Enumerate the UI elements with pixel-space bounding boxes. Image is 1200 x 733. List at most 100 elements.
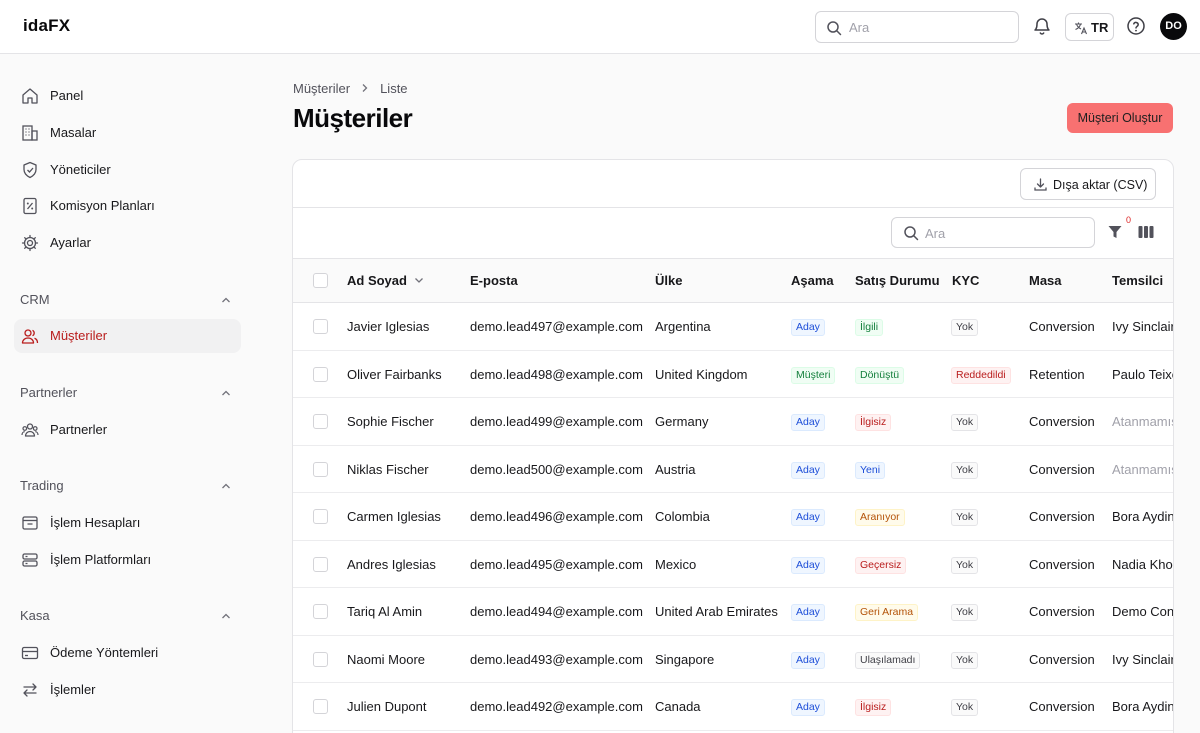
table-row[interactable]: Javier Iglesias demo.lead497@example.com A… [293,303,1173,351]
column-header-country[interactable]: Ülke [655,273,682,288]
column-header-label: Ad Soyad [347,273,407,288]
row-checkbox[interactable] [313,699,328,714]
table-row[interactable]: Julien Dupont demo.lead492@example.com Can… [293,683,1173,731]
sales-status-badge: Ulaşılamadı [855,651,921,669]
sales-status-badge: Geri Arama [855,604,919,621]
columns-icon[interactable] [1138,225,1154,239]
home-icon [22,88,38,104]
section-crm[interactable]: CRM [20,290,232,310]
sidebar-item-label: Ödeme Yöntemleri [50,645,159,660]
row-checkbox[interactable] [313,319,328,334]
kyc-badge: Yok [951,604,979,621]
table-row[interactable]: Niklas Fischer demo.lead500@example.com Au… [293,446,1173,493]
section-partnerler[interactable]: Partnerler [20,383,232,403]
help-icon[interactable] [1126,16,1146,36]
sales-status-badge: Yeni [855,461,886,479]
sidebar-item-odeme-yontemleri[interactable]: Ödeme Yöntemleri [14,636,241,670]
table-row[interactable]: Andres Iglesias demo.lead495@example.com M… [293,541,1173,588]
section-label: CRM [20,292,50,307]
cell-name[interactable]: Naomi Moore [347,652,425,667]
sidebar-item-masalar[interactable]: Masalar [14,116,241,150]
chevron-up-icon [222,297,230,303]
export-csv-button[interactable]: Dışa aktar (CSV) [1020,168,1156,200]
card-header: Dışa aktar (CSV) [293,160,1173,208]
stage-badge: Aday [791,556,825,574]
create-customer-button[interactable]: Müşteri Oluştur [1067,103,1173,133]
sidebar-item-islem-platformlari[interactable]: İşlem Platformları [14,543,241,577]
column-header-desk[interactable]: Masa [1029,273,1062,288]
cell-desk: Conversion [1029,556,1095,572]
global-search-input[interactable]: Ara [815,11,1019,43]
table-toolbar: Ara 0 [293,208,1173,259]
section-label: Trading [20,478,64,493]
customers-table-card: Dışa aktar (CSV) Ara 0 Ad Soyad E-posta … [292,159,1174,733]
cell-name[interactable]: Niklas Fischer [347,462,429,477]
cell-country: Mexico [655,556,697,572]
row-checkbox[interactable] [313,556,328,572]
row-checkbox[interactable] [313,509,328,524]
sidebar-item-panel[interactable]: Panel [14,79,241,113]
top-bar: idaFX Ara TR DO [0,0,1200,54]
chevron-right-icon [360,81,370,96]
filter-icon[interactable] [1107,224,1123,240]
language-switcher[interactable]: TR [1065,13,1114,41]
cell-name[interactable]: Julien Dupont [347,699,427,714]
cell-email: demo.lead493@example.com [470,651,643,667]
sidebar-item-partnerler[interactable]: Partnerler [14,413,241,447]
cell-rep: Nadia Khoury [1112,556,1173,572]
stage-badge: Aday [791,319,825,336]
sidebar-item-musteriler[interactable]: Müşteriler [14,319,241,353]
column-header-rep[interactable]: Temsilci [1112,273,1163,288]
row-checkbox[interactable] [313,414,328,429]
cell-name[interactable]: Tariq Al Amin [347,604,422,619]
bell-icon[interactable] [1031,15,1053,37]
section-kasa[interactable]: Kasa [20,606,232,626]
table-row[interactable]: Carmen Iglesias demo.lead496@example.com C… [293,493,1173,541]
language-code: TR [1091,20,1109,35]
cell-desk: Conversion [1029,461,1095,477]
column-header-name[interactable]: Ad Soyad [347,273,424,288]
stage-badge: Aday [791,509,825,526]
cell-name[interactable]: Oliver Fairbanks [347,367,442,382]
column-header-email[interactable]: E-posta [470,273,518,288]
stage-badge: Aday [791,699,825,716]
row-checkbox[interactable] [313,366,328,382]
sales-status-badge: İlgisiz [855,699,892,716]
select-all-checkbox[interactable] [313,273,328,288]
row-checkbox[interactable] [313,461,328,477]
cell-rep: Bora Aydin [1112,509,1174,524]
cell-name[interactable]: Carmen Iglesias [347,509,441,524]
row-checkbox[interactable] [313,651,328,667]
search-icon [827,21,842,36]
column-header-stage[interactable]: Aşama [791,273,834,288]
sidebar-item-ayarlar[interactable]: Ayarlar [14,226,241,260]
table-row[interactable]: Sophie Fischer demo.lead499@example.com Ge… [293,398,1173,446]
row-checkbox[interactable] [313,604,328,619]
cell-rep: Paulo Teixeira [1112,366,1173,382]
column-header-sales-status[interactable]: Satış Durumu [855,273,940,288]
table-row[interactable]: Oliver Fairbanks demo.lead498@example.com… [293,351,1173,398]
sidebar-item-label: İşlem Platformları [50,552,152,567]
sidebar-item-islem-hesaplari[interactable]: İşlem Hesapları [14,506,241,540]
sidebar-item-label: Yöneticiler [50,162,111,177]
breadcrumb-link[interactable]: Müşteriler [293,81,350,96]
column-header-kyc[interactable]: KYC [952,273,979,288]
table-row[interactable]: Naomi Moore demo.lead493@example.com Singa… [293,636,1173,683]
sidebar-item-islemler[interactable]: İşlemler [14,673,241,707]
sidebar-item-yoneticiler[interactable]: Yöneticiler [14,153,241,187]
table-row[interactable]: Tariq Al Amin demo.lead494@example.com Uni… [293,588,1173,636]
table-search-input[interactable]: Ara [891,217,1095,248]
sidebar-item-label: Panel [50,88,84,103]
cell-name[interactable]: Javier Iglesias [347,319,429,334]
wallet-icon [22,516,38,530]
user-avatar[interactable]: DO [1160,13,1187,40]
cell-name[interactable]: Andres Iglesias [347,557,436,572]
sidebar-item-komisyon-planlari[interactable]: Komisyon Planları [14,189,241,223]
sidebar-item-label: Komisyon Planları [50,198,155,213]
sidebar-item-label: Partnerler [50,422,108,437]
app-logo[interactable]: idaFX [23,16,70,36]
section-label: Partnerler [20,385,78,400]
cell-rep: Atanmamış [1112,414,1174,429]
section-trading[interactable]: Trading [20,476,232,496]
cell-name[interactable]: Sophie Fischer [347,414,434,429]
